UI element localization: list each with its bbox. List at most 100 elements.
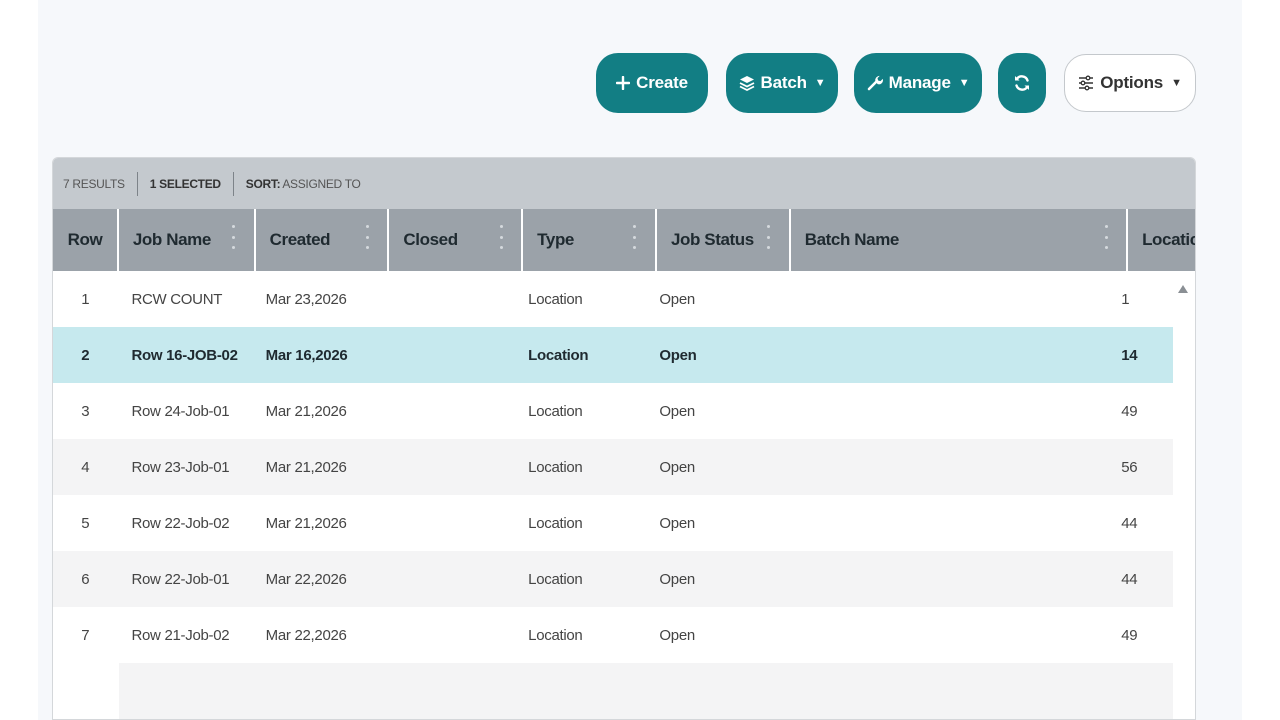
cell-job-name: Row 22-Job-01 (131, 570, 230, 588)
table-row-selected[interactable]: 2 Row 16-JOB-02 Mar 16,2026 Location Ope… (53, 327, 1173, 383)
cell-type: Location (528, 514, 583, 532)
table-body: 1 RCW COUNT Mar 23,2026 Location Open 1 … (53, 271, 1195, 719)
column-menu-icon[interactable] (1104, 225, 1108, 249)
cell-job-name: Row 21-Job-02 (131, 626, 230, 644)
manage-button-label: Manage (888, 73, 951, 92)
cell-job-name: Row 24-Job-01 (131, 402, 230, 420)
cell-row: 3 (81, 402, 90, 420)
cell-location: 56 (1121, 458, 1138, 476)
cell-job-name: Row 23-Job-01 (131, 458, 230, 476)
cell-job-status: Open (659, 626, 695, 644)
options-button-label: Options (1100, 73, 1164, 92)
cell-type: Location (528, 290, 583, 308)
cell-created: Mar 21,2026 (265, 402, 347, 420)
cell-job-status: Open (659, 570, 695, 588)
sort-value: ASSIGNED TO (282, 176, 361, 191)
column-header-job-status[interactable]: Job Status (657, 209, 791, 271)
column-header-label: Closed (403, 230, 458, 249)
cell-type: Location (528, 458, 583, 476)
cell-row: 7 (81, 626, 90, 644)
column-header-job-name[interactable]: Job Name (119, 209, 256, 271)
plus-icon (616, 76, 631, 90)
cell-type: Location (528, 402, 583, 420)
table-row[interactable]: 3 Row 24-Job-01 Mar 21,2026 Location Ope… (53, 383, 1173, 439)
cell-location: 44 (1121, 514, 1138, 532)
manage-button[interactable]: Manage ▼ (854, 53, 982, 113)
chevron-down-icon: ▼ (814, 77, 826, 89)
cell-type: Location (528, 626, 583, 644)
cell-created: Mar 22,2026 (265, 626, 347, 644)
sort-label: SORT: (245, 176, 281, 191)
toolbar: Create Batch ▼ Manage ▼ Options ▼ (38, 53, 1242, 113)
empty-row-area (119, 663, 1173, 719)
cell-created: Mar 21,2026 (265, 514, 347, 532)
column-header-label: Created (269, 230, 331, 249)
table-row[interactable]: 6 Row 22-Job-01 Mar 22,2026 Location Ope… (53, 551, 1173, 607)
column-header-type[interactable]: Type (523, 209, 657, 271)
cell-job-status: Open (659, 514, 695, 532)
divider (136, 171, 138, 196)
column-menu-icon[interactable] (767, 225, 771, 249)
cell-job-name: RCW COUNT (131, 290, 223, 308)
column-header-closed[interactable]: Closed (389, 209, 524, 271)
column-menu-icon[interactable] (633, 225, 637, 249)
wrench-icon (867, 75, 883, 91)
cell-type: Location (528, 346, 589, 364)
column-header-label: Type (537, 230, 574, 249)
table-row[interactable]: 1 RCW COUNT Mar 23,2026 Location Open 1 (53, 271, 1173, 327)
column-header-location[interactable]: Locatic (1128, 209, 1195, 271)
layers-icon (739, 75, 755, 91)
cell-row: 2 (81, 346, 90, 364)
cell-job-status: Open (659, 346, 697, 364)
cell-row: 5 (81, 514, 90, 532)
table-header: Row Job Name Created Closed Type Job Sta… (53, 209, 1195, 271)
batch-button-label: Batch (760, 73, 807, 92)
scroll-up-arrow-icon[interactable] (1178, 285, 1188, 293)
results-count: 7 RESULTS (63, 176, 125, 191)
cell-row: 4 (81, 458, 90, 476)
cell-row: 1 (81, 290, 90, 308)
table-row[interactable]: 5 Row 22-Job-02 Mar 21,2026 Location Ope… (53, 495, 1173, 551)
column-menu-icon[interactable] (232, 225, 236, 249)
batch-button[interactable]: Batch ▼ (726, 53, 838, 113)
selected-count: 1 SELECTED (149, 176, 221, 191)
cell-created: Mar 21,2026 (265, 458, 347, 476)
cell-location: 14 (1121, 346, 1138, 364)
cell-job-status: Open (659, 458, 695, 476)
cell-location: 49 (1121, 402, 1138, 420)
cell-location: 44 (1121, 570, 1138, 588)
cell-type: Location (528, 570, 583, 588)
table-row[interactable]: 7 Row 21-Job-02 Mar 22,2026 Location Ope… (53, 607, 1173, 663)
jobs-grid: 7 RESULTS 1 SELECTED SORT: ASSIGNED TO R… (52, 157, 1196, 720)
column-header-label: Job Status (670, 230, 754, 249)
cell-created: Mar 23,2026 (265, 290, 347, 308)
chevron-down-icon: ▼ (958, 77, 970, 89)
column-menu-icon[interactable] (499, 225, 503, 249)
table-row[interactable]: 4 Row 23-Job-01 Mar 21,2026 Location Ope… (53, 439, 1173, 495)
cell-row: 6 (81, 570, 90, 588)
vertical-scrollbar[interactable] (1173, 271, 1195, 719)
main-panel: Create Batch ▼ Manage ▼ Options ▼ 7 RESU… (38, 0, 1242, 720)
column-header-created[interactable]: Created (256, 209, 390, 271)
column-header-label: Locatic (1142, 230, 1195, 249)
column-header-label: Job Name (132, 230, 211, 249)
chevron-down-icon: ▼ (1171, 77, 1182, 89)
column-header-row[interactable]: Row (53, 209, 119, 271)
options-button[interactable]: Options ▼ (1064, 54, 1196, 112)
cell-location: 1 (1121, 290, 1130, 308)
column-menu-icon[interactable] (365, 225, 369, 249)
rows-container: 1 RCW COUNT Mar 23,2026 Location Open 1 … (53, 271, 1173, 719)
column-header-label: Row (67, 230, 103, 249)
cell-created: Mar 16,2026 (265, 346, 348, 364)
create-button[interactable]: Create (596, 53, 708, 113)
cell-job-status: Open (659, 290, 695, 308)
column-header-label: Batch Name (804, 230, 900, 249)
results-summary-bar: 7 RESULTS 1 SELECTED SORT: ASSIGNED TO (53, 158, 1195, 209)
column-header-batch-name[interactable]: Batch Name (791, 209, 1129, 271)
cell-job-name: Row 16-JOB-02 (131, 346, 238, 364)
sliders-icon (1078, 75, 1094, 91)
create-button-label: Create (636, 73, 688, 92)
cell-created: Mar 22,2026 (265, 570, 347, 588)
refresh-button[interactable] (998, 53, 1046, 113)
cell-job-name: Row 22-Job-02 (131, 514, 230, 532)
